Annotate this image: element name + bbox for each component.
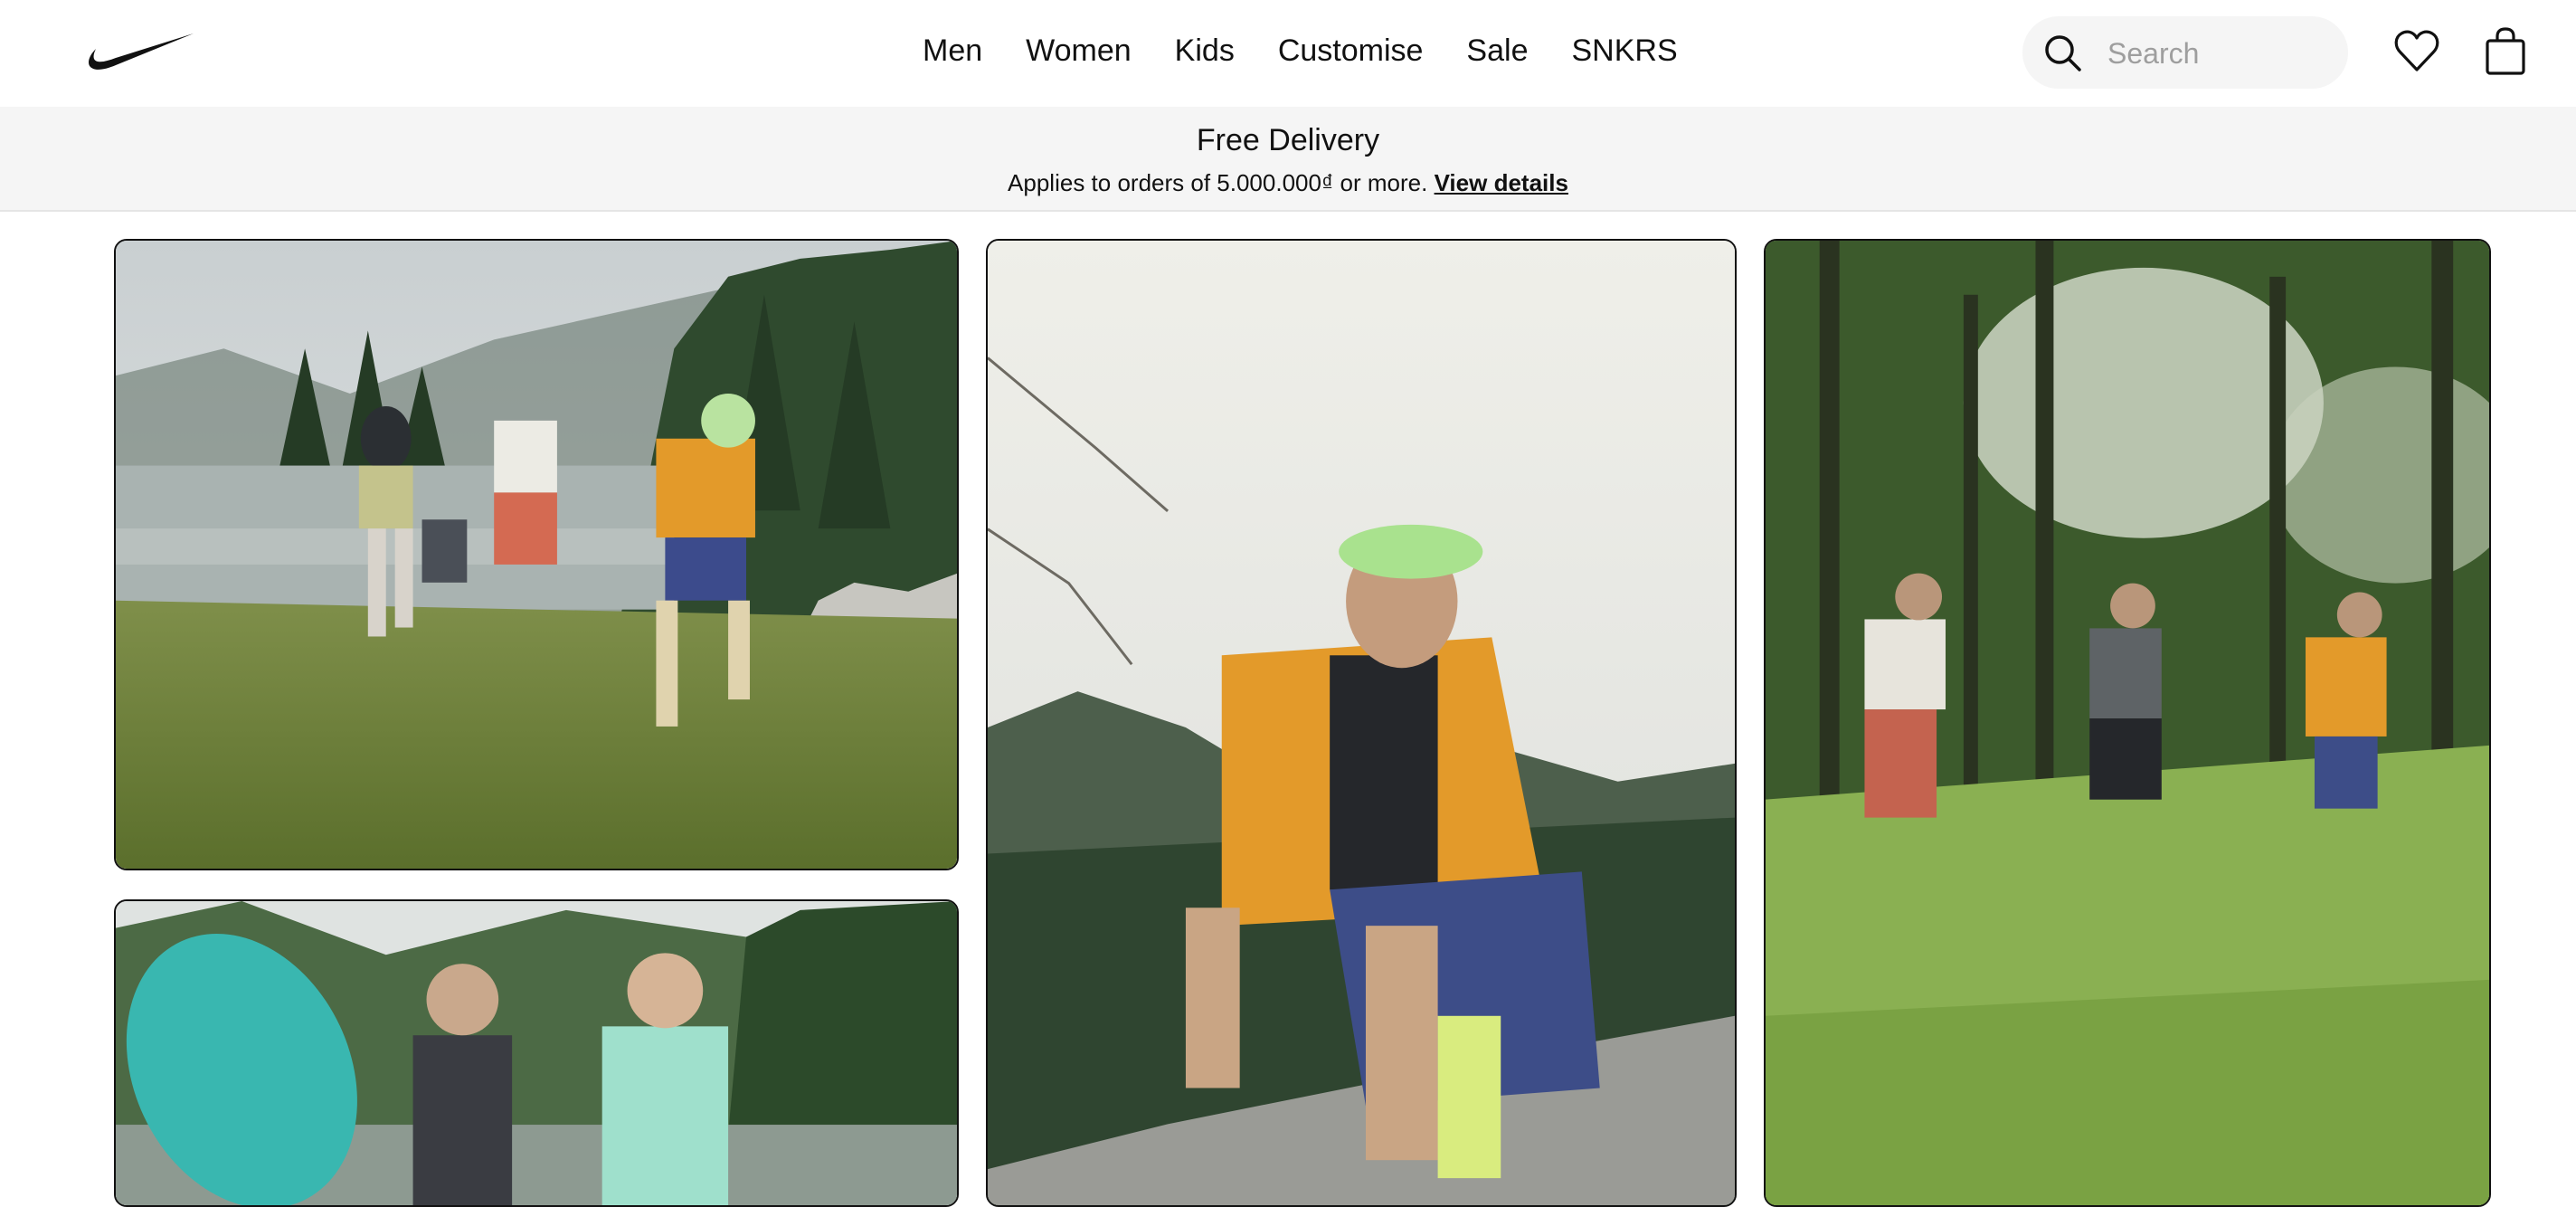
nav-link-women[interactable]: Women [1026,29,1132,72]
main-navigation: Men Women Kids Customise Sale SNKRS [923,29,1678,72]
forest-hikers-photo [1766,241,2489,1205]
search-box[interactable] [2022,16,2348,89]
lake-group-photo [116,241,957,869]
gallery-image-seated-hiker[interactable] [986,239,1737,1207]
promo-title: Free Delivery [1196,123,1380,157]
view-details-link[interactable]: View details [1435,169,1568,196]
search-input[interactable] [2106,31,2335,76]
nike-swoosh-logo[interactable] [85,31,195,72]
gallery-image-forest-hikers[interactable] [1764,239,2491,1207]
free-delivery-banner: Free Delivery Applies to orders of 5.000… [0,107,2576,212]
paddleboard-photo [116,901,957,1205]
nav-link-sale[interactable]: Sale [1466,29,1528,72]
seated-hiker-photo [988,241,1735,1205]
heart-icon[interactable] [2393,28,2440,75]
nav-link-customise[interactable]: Customise [1278,29,1424,72]
site-header: Men Women Kids Customise Sale SNKRS [0,0,2576,107]
search-icon[interactable] [2042,33,2084,74]
nav-link-snkrs[interactable]: SNKRS [1571,29,1677,72]
nav-link-kids[interactable]: Kids [1175,29,1235,72]
gallery-image-paddleboard[interactable] [114,899,959,1207]
promo-text: Applies to orders of 5.000.000₫ or more. [1008,169,1428,196]
nav-link-men[interactable]: Men [923,29,982,72]
gallery-image-group-by-lake[interactable] [114,239,959,870]
promo-message: Applies to orders of 5.000.000₫ or more.… [0,166,2576,199]
shopping-bag-icon[interactable] [2482,27,2529,76]
